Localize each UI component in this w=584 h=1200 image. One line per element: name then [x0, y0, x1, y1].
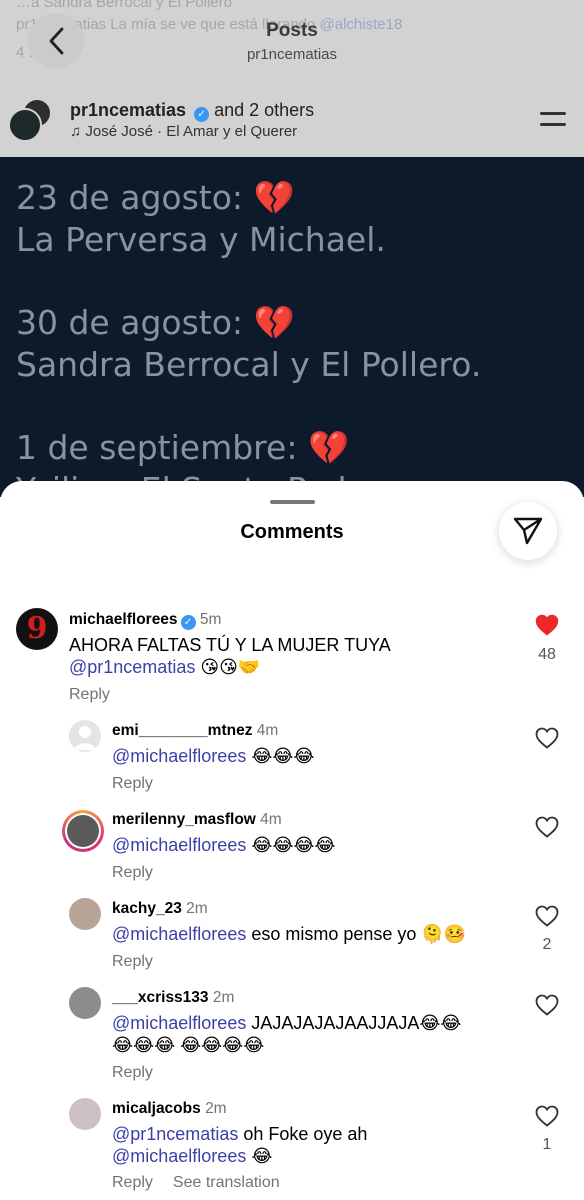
comment-emojis: 😂😂😂	[251, 746, 315, 766]
comment-time: 2m	[205, 1100, 227, 1117]
comment-username[interactable]: emi________mtnez	[112, 722, 252, 739]
avatar[interactable]	[69, 987, 101, 1019]
post-line: 23 de agosto:	[16, 178, 254, 217]
heart-icon[interactable]	[535, 614, 559, 636]
post-line: Sandra Berrocal y El Pollero.	[16, 345, 482, 384]
post-line: La Perversa y Michael.	[16, 220, 386, 259]
comment-text-line: AHORA FALTAS TÚ Y LA MUJER TUYA	[69, 635, 391, 655]
comment-body: eso mismo pense yo	[246, 924, 422, 944]
broken-heart-icon: 💔	[253, 178, 295, 217]
collab-text[interactable]: and 2 others	[214, 100, 314, 120]
see-translation-button[interactable]: See translation	[173, 1174, 280, 1191]
avatar[interactable]	[69, 1098, 101, 1130]
broken-heart-icon: 💔	[307, 428, 350, 467]
heart-icon[interactable]	[535, 1105, 559, 1127]
comment-text: @michaelflorees 😂😂😂	[112, 745, 314, 767]
comment-text: @michaelflorees eso mismo pense yo 🫠🤒	[112, 923, 466, 945]
post-line: 30 de agosto:	[16, 303, 254, 342]
page-subtitle: pr1ncematias	[246, 46, 338, 63]
reply-button[interactable]: Reply	[112, 953, 153, 971]
comment-mention[interactable]: @michaelflorees	[112, 746, 246, 766]
comment-time: 2m	[186, 900, 208, 917]
comment-username[interactable]: michaelflorees	[69, 611, 178, 628]
heart-icon[interactable]	[535, 816, 559, 838]
broken-heart-icon: 💔	[253, 303, 295, 342]
comment-mention[interactable]: @michaelflorees	[112, 1146, 246, 1166]
comment-text: AHORA FALTAS TÚ Y LA MUJER TUYA @pr1ncem…	[69, 634, 391, 678]
comment-emojis: 😂😂	[419, 1013, 462, 1033]
comment-header: micaljacobs 2m	[112, 1100, 227, 1118]
comment-body: JAJAJAJAJAAJJAJA	[246, 1013, 420, 1033]
verified-icon: ✓	[180, 615, 196, 630]
share-send-icon	[513, 517, 543, 545]
comment-text: @pr1ncematias oh Foke oye ah @michaelflo…	[112, 1123, 367, 1167]
sheet-title: Comments	[240, 521, 344, 543]
verified-icon: ✓	[194, 107, 210, 122]
comment-username[interactable]: merilenny_masflow	[112, 811, 256, 828]
post-text-block: 23 de agosto: 💔 La Perversa y Michael. 3…	[16, 177, 481, 497]
reply-button[interactable]: Reply	[112, 864, 153, 882]
comment-emojis: 😂	[251, 1146, 273, 1166]
comment-header: ___xcriss133 2m	[112, 989, 234, 1007]
page-title: Posts	[266, 20, 318, 41]
comment-header: kachy_23 2m	[112, 900, 208, 918]
author-avatars[interactable]	[8, 98, 56, 144]
comment-text: @michaelflorees JAJAJAJAJAAJJAJA😂😂 😂😂😂 😂…	[112, 1012, 461, 1056]
music-note-icon: ♫	[70, 123, 82, 140]
heart-icon[interactable]	[535, 727, 559, 749]
comment-header: merilenny_masflow 4m	[112, 811, 282, 829]
comment-time: 4m	[256, 722, 279, 739]
comment-header: emi________mtnez 4m	[112, 722, 278, 740]
heart-icon[interactable]	[535, 994, 559, 1016]
comment-time: 4m	[260, 811, 282, 828]
previous-comment-ghost: …a Sandra Berrocal y El Pollero	[16, 0, 232, 11]
avatar[interactable]	[69, 720, 101, 752]
comment-time: 2m	[212, 989, 235, 1006]
avatar	[8, 108, 42, 142]
avatar[interactable]	[69, 898, 101, 930]
comment-body: oh Foke oye ah	[238, 1124, 368, 1144]
comment-username[interactable]: ___xcriss133	[112, 989, 209, 1006]
like-count: 48	[538, 646, 556, 663]
menu-icon[interactable]	[540, 112, 566, 128]
post-line: 1 de septiembre:	[16, 428, 308, 467]
share-button[interactable]	[499, 502, 557, 560]
reply-button[interactable]: Reply	[112, 1064, 153, 1082]
avatar[interactable]: 9	[16, 608, 58, 650]
comments-sheet: Comments 9 michaelflorees ✓ 5m AHORA FALT…	[0, 481, 584, 1200]
reply-button[interactable]: Reply	[112, 1174, 153, 1191]
music-title: José José · El Amar y el Querer	[85, 123, 298, 140]
reply-button[interactable]: Reply	[69, 686, 110, 704]
author-line[interactable]: pr1ncematias ✓ and 2 others	[70, 100, 314, 122]
music-info[interactable]: ♫ José José · El Amar y el Querer	[70, 123, 297, 140]
author-username[interactable]: pr1ncematias	[70, 100, 186, 120]
like-count: 2	[542, 936, 552, 953]
comment-text: @michaelflorees 😂😂😂😂	[112, 834, 335, 856]
comment-emojis: 🫠🤒	[421, 924, 467, 944]
comment-actions: Reply See translation	[112, 1174, 280, 1192]
comment-mention[interactable]: @pr1ncematias	[112, 1124, 238, 1144]
post-image: 23 de agosto: 💔 La Perversa y Michael. 3…	[0, 157, 584, 497]
heart-icon[interactable]	[535, 905, 559, 927]
comment-username[interactable]: kachy_23	[112, 900, 182, 917]
comment-mention[interactable]: @michaelflorees	[112, 1013, 246, 1033]
comment-mention[interactable]: @michaelflorees	[112, 924, 246, 944]
comment-emojis: 😘😘🤝	[200, 657, 261, 677]
comment-emojis: 😂😂😂😂	[251, 835, 336, 855]
comment-header: michaelflorees ✓ 5m	[69, 611, 221, 630]
like-count: 1	[542, 1136, 552, 1153]
comment-emojis-line2: 😂😂😂 😂😂😂😂	[112, 1035, 265, 1055]
comment-mention[interactable]: @pr1ncematias	[69, 657, 195, 677]
comment-username[interactable]: micaljacobs	[112, 1100, 201, 1117]
post-author-row: pr1ncematias ✓ and 2 others ♫ José José …	[8, 98, 576, 148]
reply-button[interactable]: Reply	[112, 775, 153, 793]
default-avatar-icon	[74, 726, 96, 750]
comment-time: 5m	[199, 611, 222, 628]
post-header-area: …a Sandra Berrocal y El Pollero pr1ncema…	[0, 0, 584, 157]
comment-mention[interactable]: @michaelflorees	[112, 835, 246, 855]
sheet-drag-handle[interactable]	[270, 500, 315, 504]
story-ring-avatar[interactable]	[62, 810, 104, 852]
